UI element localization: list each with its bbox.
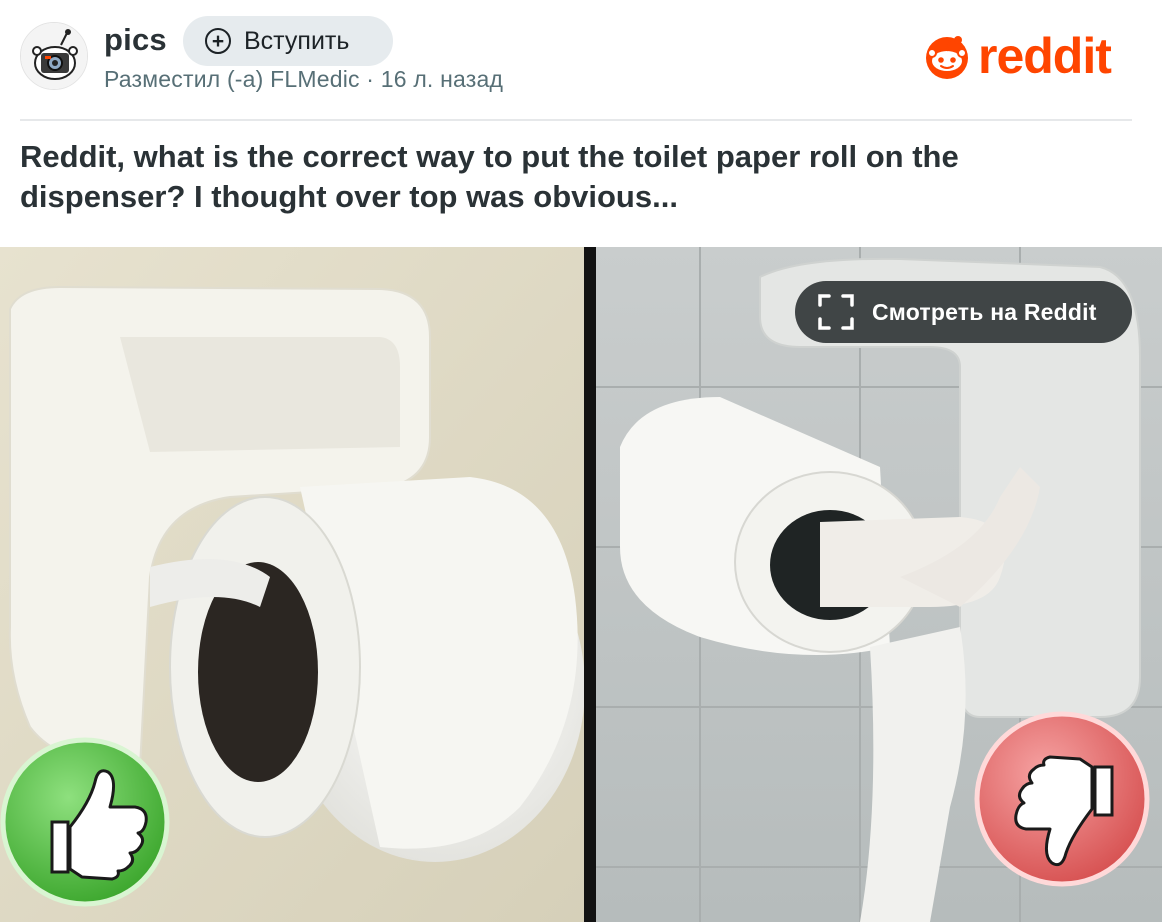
post-meta: Разместил (-а) FLMedic · 16 л. назад: [104, 66, 504, 92]
subreddit-name[interactable]: pics: [104, 22, 167, 58]
view-on-reddit-label: Смотреть на Reddit: [872, 298, 1097, 325]
post-header: pics + Вступить Разместил (-а) FLMedic ·…: [0, 0, 1162, 121]
post-image[interactable]: [0, 247, 1162, 922]
toilet-paper-photo: [0, 247, 1162, 922]
post-title[interactable]: Reddit, what is the correct way to put t…: [20, 137, 1120, 217]
reddit-wordmark: reddit: [978, 28, 1112, 84]
thumbs-up-icon: [0, 737, 170, 907]
join-button[interactable]: + Вступить: [183, 16, 393, 66]
join-button-label: Вступить: [244, 26, 350, 55]
view-on-reddit-button[interactable]: Смотреть на Reddit: [795, 281, 1132, 343]
reddit-logo[interactable]: reddit: [922, 28, 1134, 84]
reddit-snoo-icon: [926, 36, 968, 79]
subreddit-avatar[interactable]: [20, 22, 88, 90]
thumbs-down-icon: [974, 711, 1150, 887]
plus-circle-icon: +: [205, 28, 231, 54]
expand-icon: [818, 294, 854, 330]
header-divider: [20, 119, 1132, 121]
